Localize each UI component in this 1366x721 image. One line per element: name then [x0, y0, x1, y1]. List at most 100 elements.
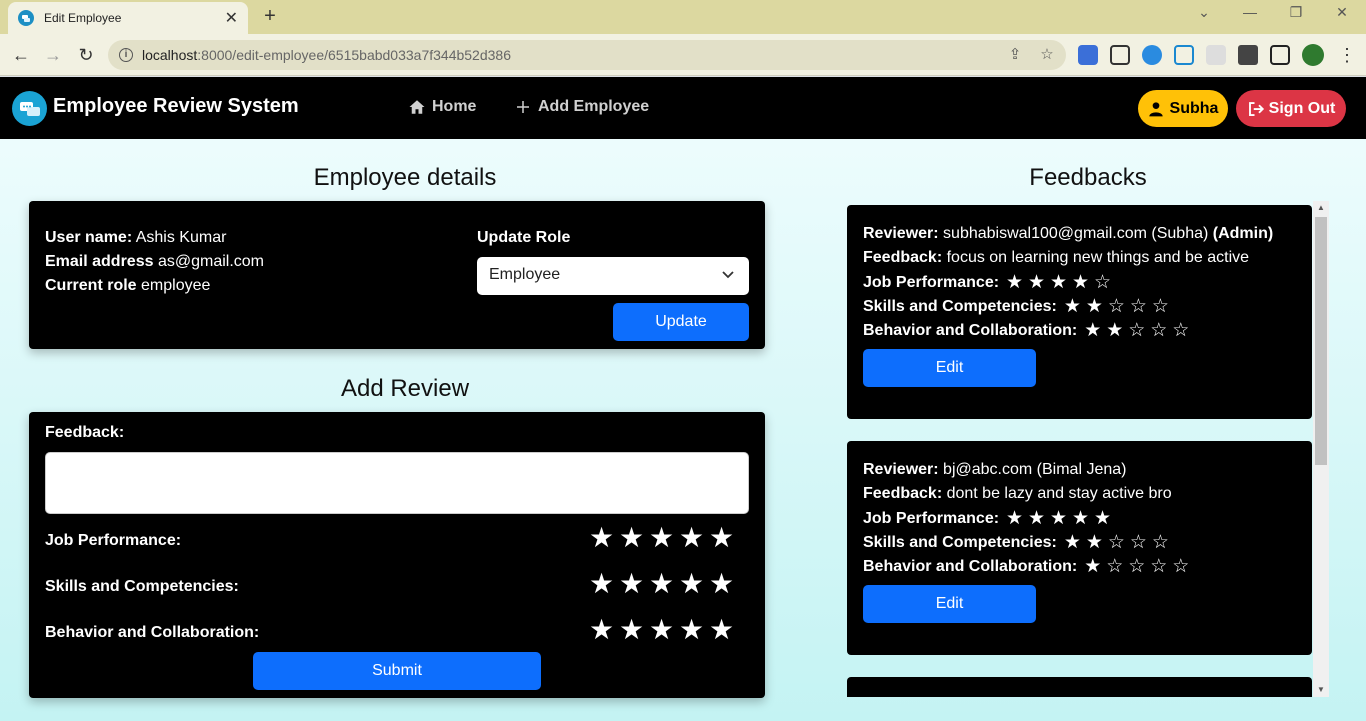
scroll-up-icon[interactable]: ▲ — [1313, 201, 1329, 215]
skills-rating-stars: ★ ★ ☆ ☆ ☆ — [1063, 533, 1170, 552]
username-line: User name: Ashis Kumar — [45, 229, 226, 247]
edit-feedback-button[interactable]: Edit — [863, 349, 1036, 387]
star-icon[interactable]: ★ — [619, 616, 644, 644]
star-empty-icon: ☆ — [1129, 296, 1147, 317]
star-icon[interactable]: ★ — [709, 616, 734, 644]
side-panel-icon[interactable] — [1270, 45, 1290, 65]
tab-search-icon[interactable]: ⌄ — [1192, 4, 1216, 21]
user-button[interactable]: Subha — [1138, 90, 1228, 127]
scrollbar-thumb[interactable] — [1315, 217, 1327, 465]
skills-rating-line: Skills and Competencies: ★ ★ ☆ ☆ ☆ — [863, 296, 1170, 317]
star-filled-icon: ★ — [1050, 508, 1068, 529]
job-performance-label: Job Performance: — [45, 532, 182, 549]
feedbacks-heading: Feedbacks — [1029, 164, 1147, 191]
role-select[interactable]: Employee — [477, 257, 749, 295]
sign-out-label: Sign Out — [1268, 99, 1336, 117]
job-rating-line: Job Performance: ★ ★ ★ ★ ★ — [863, 508, 1112, 529]
reload-icon[interactable]: ↻ — [73, 43, 99, 67]
bookmark-star-icon[interactable]: ☆ — [1038, 46, 1056, 64]
feedback-textarea[interactable] — [45, 452, 749, 514]
star-empty-icon: ☆ — [1150, 320, 1168, 341]
browser-toolbar: ← → ↻ i localhost :8000/edit-employee/65… — [0, 34, 1366, 76]
star-empty-icon: ☆ — [1107, 532, 1125, 553]
star-icon[interactable]: ★ — [649, 616, 674, 644]
skills-rating-input[interactable]: ★ ★ ★ ★ ★ — [589, 570, 734, 598]
star-filled-icon: ★ — [1050, 272, 1068, 293]
star-icon[interactable]: ★ — [649, 524, 674, 552]
url-path: :8000/edit-employee/6515babd033a7f344b52… — [197, 47, 511, 63]
role-select-value: Employee — [489, 266, 561, 283]
extension-icon[interactable] — [1142, 45, 1162, 65]
employee-details-heading: Employee details — [313, 164, 497, 191]
email-value: as@gmail.com — [157, 253, 264, 270]
nav-add-employee-label: Add Employee — [538, 98, 650, 115]
star-icon[interactable]: ★ — [709, 570, 734, 598]
user-icon — [1148, 101, 1163, 116]
extension-icon[interactable] — [1078, 45, 1098, 65]
star-filled-icon: ★ — [1028, 508, 1046, 529]
back-icon[interactable]: ← — [8, 43, 34, 67]
forward-icon[interactable]: → — [40, 43, 66, 67]
reviewer-value: bj@abc.com (Bimal Jena) — [943, 461, 1127, 478]
star-icon[interactable]: ★ — [619, 524, 644, 552]
close-window-icon[interactable]: ✕ — [1330, 4, 1354, 21]
feedback-list[interactable]: Reviewer: subhabiswal100@gmail.com (Subh… — [846, 201, 1332, 697]
behavior-rating-input[interactable]: ★ ★ ★ ★ ★ — [589, 616, 734, 644]
site-favicon-icon — [18, 10, 34, 26]
restore-icon[interactable]: ❐ — [1284, 4, 1308, 21]
update-role-label: Update Role — [477, 229, 571, 246]
star-icon[interactable]: ★ — [649, 570, 674, 598]
chevron-down-icon — [722, 271, 734, 279]
skills-rating-stars: ★ ★ ☆ ☆ ☆ — [1063, 297, 1170, 316]
app-navbar: Employee Review System Home Add Employee… — [0, 77, 1366, 139]
star-filled-icon: ★ — [1006, 272, 1024, 293]
star-empty-icon: ☆ — [1172, 556, 1190, 577]
reviewer-line: Reviewer: bj@abc.com (Bimal Jena) — [863, 461, 1127, 478]
sign-out-button[interactable]: Sign Out — [1236, 90, 1346, 127]
feedback-scrollbar[interactable]: ▲ ▼ — [1313, 201, 1329, 697]
url-host: localhost — [142, 47, 198, 63]
address-bar[interactable]: i localhost :8000/edit-employee/6515babd… — [108, 40, 1066, 70]
star-icon[interactable]: ★ — [679, 524, 704, 552]
star-icon[interactable]: ★ — [589, 570, 614, 598]
job-performance-rating-input[interactable]: ★ ★ ★ ★ ★ — [589, 524, 734, 552]
star-empty-icon: ☆ — [1094, 272, 1112, 293]
submit-review-button[interactable]: Submit — [253, 652, 541, 690]
site-info-icon[interactable]: i — [119, 48, 133, 62]
add-review-heading: Add Review — [340, 375, 470, 402]
feedback-value: dont be lazy and stay active bro — [946, 485, 1172, 502]
new-tab-icon[interactable]: + — [258, 4, 282, 28]
menu-icon[interactable]: ⋮ — [1334, 43, 1360, 67]
star-icon[interactable]: ★ — [619, 570, 644, 598]
star-icon[interactable]: ★ — [679, 570, 704, 598]
star-icon[interactable]: ★ — [679, 616, 704, 644]
screenshot-icon[interactable] — [1174, 45, 1194, 65]
puzzle-icon[interactable] — [1238, 45, 1258, 65]
update-role-button[interactable]: Update — [613, 303, 749, 341]
scroll-down-icon[interactable]: ▼ — [1313, 683, 1329, 697]
star-empty-icon: ☆ — [1150, 556, 1168, 577]
star-filled-icon: ★ — [1063, 532, 1081, 553]
skills-label: Skills and Competencies: — [45, 578, 239, 595]
plus-icon — [517, 101, 529, 113]
edit-feedback-button[interactable]: Edit — [863, 585, 1036, 623]
brand-name[interactable]: Employee Review System — [53, 95, 299, 118]
star-icon[interactable]: ★ — [589, 524, 614, 552]
brand-logo-icon[interactable] — [12, 91, 47, 126]
employee-details-card: User name: Ashis Kumar Email address as@… — [29, 201, 765, 349]
job-rating-stars: ★ ★ ★ ★ ☆ — [1005, 273, 1112, 292]
nav-home-link[interactable]: Home — [408, 98, 476, 116]
nav-add-employee-link[interactable]: Add Employee — [514, 98, 649, 116]
star-empty-icon: ☆ — [1128, 556, 1146, 577]
picture-in-picture-icon[interactable] — [1110, 45, 1130, 65]
role-line: Current role employee — [45, 277, 210, 295]
star-icon[interactable]: ★ — [589, 616, 614, 644]
profile-avatar[interactable] — [1302, 44, 1324, 66]
minimize-icon[interactable]: — — [1238, 4, 1262, 20]
share-icon[interactable]: ⇪ — [1006, 46, 1024, 64]
star-icon[interactable]: ★ — [709, 524, 734, 552]
tab-close-icon[interactable]: ✕ — [225, 8, 238, 28]
browser-tab[interactable]: Edit Employee ✕ — [8, 2, 248, 34]
extension-icon[interactable] — [1206, 45, 1226, 65]
behavior-rating-stars: ★ ★ ☆ ☆ ☆ — [1083, 321, 1190, 340]
